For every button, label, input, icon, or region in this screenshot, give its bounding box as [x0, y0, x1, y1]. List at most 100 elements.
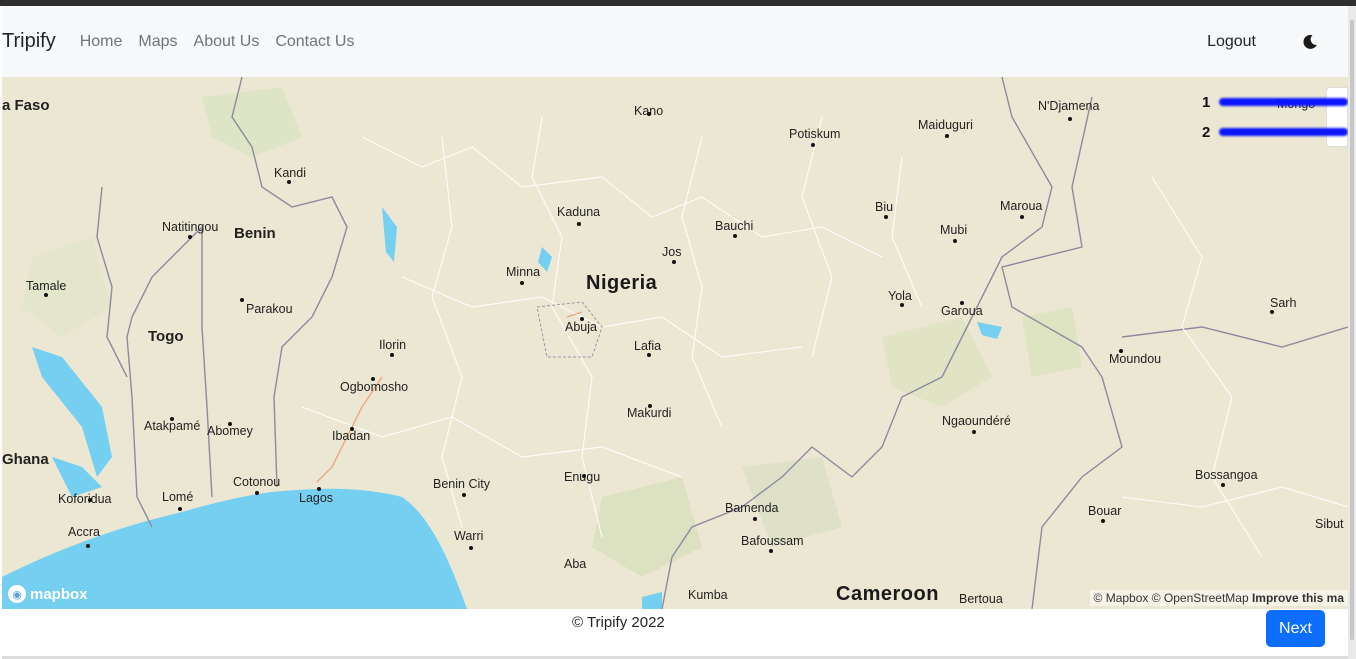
- route-number: 2: [1202, 123, 1211, 141]
- city-label: Bossangoa: [1195, 468, 1258, 482]
- next-button[interactable]: Next: [1266, 610, 1325, 647]
- city-label: Ogbomosho: [340, 380, 409, 394]
- route-item[interactable]: 2: [1188, 117, 1348, 147]
- city-label: Sibut: [1315, 517, 1344, 531]
- city-label: Kumba: [688, 588, 728, 602]
- city-dot: [582, 474, 586, 478]
- city-label: Kaduna: [557, 205, 601, 219]
- city-dot: [769, 549, 773, 553]
- city-dot: [1119, 349, 1123, 353]
- city-dot: [188, 235, 192, 239]
- city-label: Cotonou: [233, 475, 281, 489]
- city-dot: [44, 293, 48, 297]
- route-item[interactable]: 1: [1188, 87, 1348, 117]
- city-label: Abomey: [207, 424, 253, 438]
- brand-link[interactable]: Tripify: [2, 30, 56, 53]
- city-label: Aba: [564, 557, 587, 571]
- city-dot: [228, 422, 232, 426]
- city-dot: [672, 260, 676, 264]
- city-dot: [647, 353, 651, 357]
- route-line: [1219, 98, 1348, 106]
- city-label: N'Djamena: [1038, 99, 1100, 113]
- nav-home-link[interactable]: Home: [72, 33, 131, 51]
- route-number: 1: [1202, 93, 1211, 111]
- country-label: Benin: [234, 225, 276, 242]
- city-label: Accra: [68, 525, 100, 539]
- map-base: [2, 77, 1348, 609]
- city-dot: [972, 430, 976, 434]
- navbar: Tripify Home Maps About Us Contact Us Lo…: [2, 6, 1348, 77]
- city-dot: [1270, 310, 1274, 314]
- city-dot: [577, 222, 581, 226]
- improve-map-link[interactable]: Improve this ma: [1252, 591, 1344, 605]
- city-label: Warri: [454, 529, 484, 543]
- city-label: Ngaoundéré: [942, 414, 1011, 428]
- city-dot: [945, 134, 949, 138]
- map-canvas[interactable]: a Faso Benin Togo Ghana Nigeria Cameroon Kano N…: [2, 77, 1348, 609]
- city-dot: [1101, 519, 1105, 523]
- city-dot: [469, 546, 473, 550]
- city-dot: [178, 507, 182, 511]
- city-dot: [520, 281, 524, 285]
- attribution-link[interactable]: © Mapbox © OpenStreetMap: [1094, 591, 1249, 605]
- city-dot: [733, 234, 737, 238]
- city-dot: [884, 215, 888, 219]
- city-dot: [900, 303, 904, 307]
- nav-maps-link[interactable]: Maps: [130, 33, 185, 51]
- city-dot: [240, 298, 244, 302]
- city-dot: [647, 112, 651, 116]
- city-label: Bauchi: [715, 219, 754, 233]
- city-label: Parakou: [246, 302, 293, 316]
- city-dot: [86, 544, 90, 548]
- city-dot: [350, 427, 354, 431]
- city-dot: [371, 377, 375, 381]
- footer: © Tripify 2022 Next: [2, 609, 1350, 659]
- city-label: Tamale: [26, 279, 67, 293]
- country-label: Togo: [148, 328, 184, 345]
- scrollbar[interactable]: [1348, 6, 1356, 659]
- city-label: Minna: [506, 265, 541, 279]
- city-label: Koforidua: [58, 492, 112, 506]
- nav-right: Logout: [1207, 6, 1348, 77]
- city-dot: [648, 404, 652, 408]
- city-label: Bamenda: [725, 501, 779, 515]
- mapbox-logo-text: mapbox: [30, 585, 88, 603]
- city-label: Maroua: [1000, 199, 1043, 213]
- city-dot: [170, 417, 174, 421]
- city-label: Benin City: [433, 477, 490, 491]
- city-label: Biu: [875, 200, 894, 214]
- city-dot: [580, 317, 584, 321]
- copyright-text: © Tripify 2022: [572, 614, 665, 631]
- city-dot: [88, 498, 92, 502]
- mapbox-logo-icon: ◉: [8, 585, 26, 603]
- city-label: Natitingou: [162, 220, 219, 234]
- city-dot: [1221, 483, 1225, 487]
- city-label: Bafoussam: [741, 534, 804, 548]
- route-list: 1 2: [1188, 87, 1348, 147]
- city-label: Lafia: [634, 339, 662, 353]
- logout-link[interactable]: Logout: [1207, 33, 1256, 51]
- city-label: Kandi: [274, 166, 306, 180]
- city-dot: [753, 517, 757, 521]
- nav-about-link[interactable]: About Us: [186, 33, 268, 51]
- city-dot: [1068, 117, 1072, 121]
- city-label: Atakpamé: [144, 419, 201, 433]
- city-label: Sarh: [1270, 296, 1297, 310]
- city-dot: [390, 353, 394, 357]
- scrollbar-thumb[interactable]: [1350, 20, 1354, 640]
- city-dot: [811, 143, 815, 147]
- city-label: Lomé: [162, 490, 194, 504]
- city-label: Potiskum: [789, 127, 841, 141]
- route-line: [1219, 128, 1348, 136]
- nav-contact-link[interactable]: Contact Us: [267, 33, 362, 51]
- moon-icon[interactable]: [1298, 30, 1322, 54]
- city-dot: [317, 487, 321, 491]
- country-label: a Faso: [2, 97, 50, 114]
- mapbox-logo[interactable]: ◉ mapbox: [8, 585, 88, 603]
- city-dot: [287, 180, 291, 184]
- city-label: Makurdi: [627, 406, 672, 420]
- city-label: Yola: [888, 289, 912, 303]
- city-dot: [1020, 215, 1024, 219]
- country-label: Ghana: [2, 451, 49, 468]
- city-label: Mubi: [940, 223, 968, 237]
